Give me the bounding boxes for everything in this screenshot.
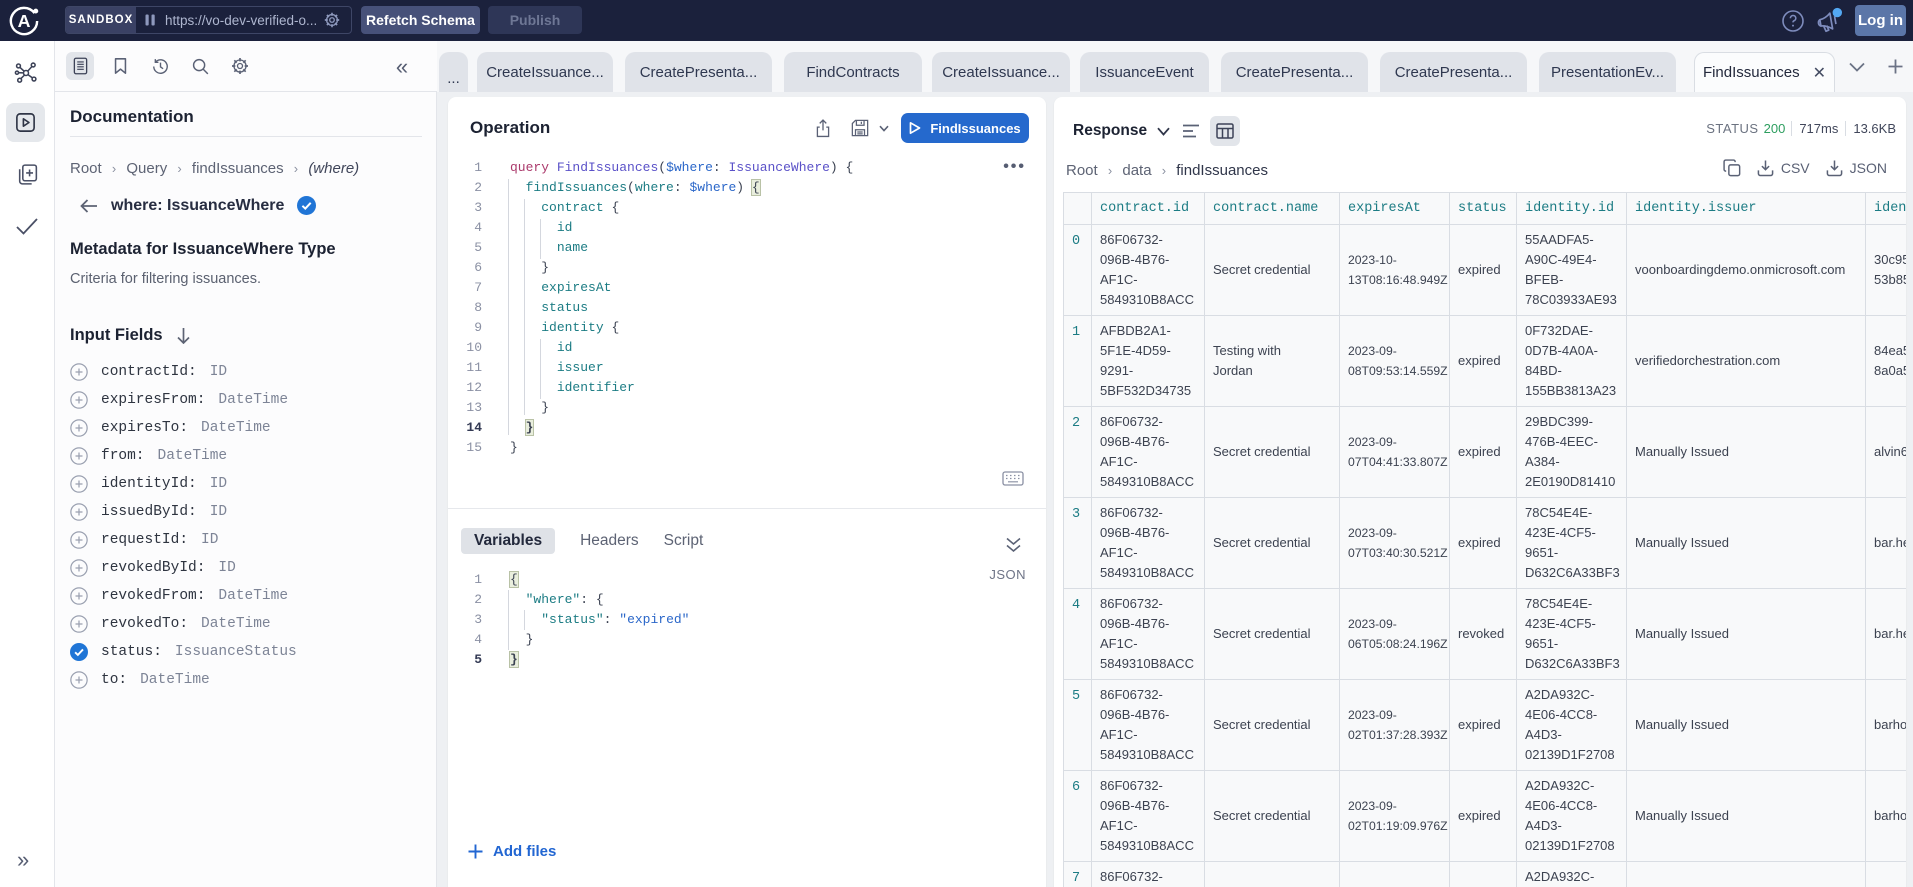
svg-text:A: A bbox=[18, 11, 31, 31]
